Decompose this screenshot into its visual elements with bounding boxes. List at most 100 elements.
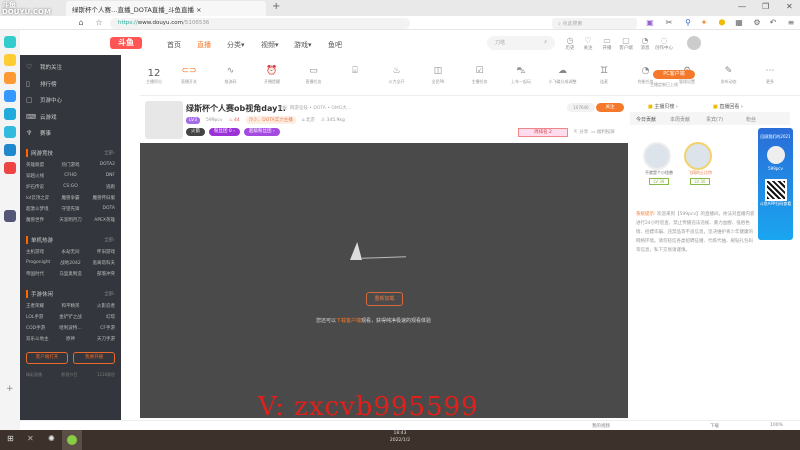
- game-link[interactable]: 原神: [56, 336, 86, 342]
- toolbar-item[interactable]: ♨ 火力全开: [382, 66, 412, 85]
- apps-icon[interactable]: ▦: [734, 18, 744, 28]
- browser-search-input[interactable]: ⌕ 点此搜索: [552, 18, 637, 29]
- nav-video[interactable]: 视频▾: [261, 40, 279, 50]
- game-link[interactable]: 逃离塔科夫: [85, 260, 115, 266]
- game-link[interactable]: DNF: [85, 173, 115, 179]
- game-link[interactable]: 和平精英: [56, 303, 86, 309]
- game-link[interactable]: 帝国时代: [26, 271, 56, 277]
- nav-category[interactable]: 分类▾: [227, 40, 245, 50]
- game-link[interactable]: 幻塔: [85, 314, 115, 320]
- game-link[interactable]: 双乐斗地主: [26, 336, 56, 342]
- tab-week[interactable]: 本周贡献: [670, 116, 690, 123]
- game-link[interactable]: Progonight: [26, 260, 56, 266]
- replay-link[interactable]: ■ 直播回看 ›: [713, 103, 743, 110]
- reload-button[interactable]: 重新加载: [366, 292, 403, 306]
- history-button[interactable]: ◷ 历史: [560, 36, 580, 51]
- game-link[interactable]: 天涯明月刀: [56, 217, 86, 223]
- fan-entry[interactable]: 不就是个小怪兽 LV 39: [643, 142, 675, 187]
- app-icon[interactable]: [4, 72, 16, 84]
- toolbar-item[interactable]: ⏰ 开播提醒: [257, 66, 287, 85]
- game-link[interactable]: 逃跑: [85, 184, 115, 190]
- weekly-rank[interactable]: 周排名 2: [518, 128, 568, 137]
- share-links[interactable]: ⇱ 分享 ▭ 福利投屏: [574, 129, 615, 135]
- broadcast-button[interactable]: ▭ 开播: [597, 36, 617, 51]
- footer-link[interactable]: 影视节目: [61, 372, 77, 378]
- toolbar-item[interactable]: ☑ 主播任务: [465, 66, 495, 85]
- my-video-link[interactable]: 我的视频: [592, 423, 610, 429]
- rocket-badge[interactable]: 火箭: [186, 128, 205, 136]
- app-icon[interactable]: [4, 162, 16, 174]
- url-input[interactable]: https://www.douyu.com/5106536: [110, 18, 410, 29]
- nav-home[interactable]: 首页: [167, 40, 181, 50]
- toolbar-item[interactable]: ⋯ 更多: [755, 66, 785, 85]
- toolbar-item[interactable]: ♊ 连麦: [589, 66, 619, 85]
- streamer-avatar[interactable]: [145, 101, 183, 139]
- toolbar-item[interactable]: ⊂⊃ 直播开关: [174, 66, 204, 85]
- download-client-link[interactable]: 下载客户端: [336, 318, 361, 324]
- follow-button[interactable]: ♡ 关注: [578, 36, 598, 51]
- game-link[interactable]: COD手游: [26, 325, 56, 331]
- video-player[interactable]: [140, 143, 628, 418]
- game-link[interactable]: 魔兽怀旧服: [85, 195, 115, 201]
- toolbar-item[interactable]: ☁ 小飞碟分成调整: [548, 66, 578, 85]
- game-link[interactable]: lol云顶之弈: [26, 195, 56, 201]
- toolbar-item[interactable]: ▭ 直播任务: [299, 66, 329, 85]
- streamer-rank-link[interactable]: ■ 主播贝榜 ›: [648, 103, 678, 110]
- game-link[interactable]: 炉石传说: [26, 184, 56, 190]
- start-icon[interactable]: ⊞: [7, 434, 14, 443]
- game-link[interactable]: 守望先锋: [56, 206, 86, 212]
- game-link[interactable]: CFHD: [56, 173, 86, 179]
- tab-today[interactable]: 今日贡献: [636, 116, 656, 123]
- game-link[interactable]: DOTA2: [85, 162, 115, 168]
- close-icon[interactable]: ✕: [786, 2, 793, 11]
- tab-close-icon[interactable]: ×: [196, 6, 201, 14]
- browser-taskbar-button[interactable]: [62, 430, 82, 450]
- nav-games[interactable]: 游戏▾: [294, 40, 312, 50]
- game-link[interactable]: CF手游: [85, 325, 115, 331]
- new-tab-button[interactable]: +: [272, 1, 280, 12]
- client-button[interactable]: ▢ 客户端: [616, 36, 636, 51]
- magnifier-icon[interactable]: ⚲: [683, 18, 693, 28]
- messages-button[interactable]: ◔ 消息: [635, 36, 655, 51]
- settings-icon[interactable]: ⚙: [752, 18, 762, 28]
- app-icon[interactable]: [4, 210, 16, 222]
- add-icon[interactable]: +: [6, 384, 14, 394]
- minimize-icon[interactable]: —: [738, 2, 746, 11]
- game-link[interactable]: 天刀手游: [85, 336, 115, 342]
- menu-icon[interactable]: ≡: [786, 18, 796, 28]
- game-link[interactable]: 火影忍者: [85, 303, 115, 309]
- download-link[interactable]: 下载: [710, 423, 719, 429]
- fan-entry[interactable]: 飞翔的丘比特 LV 30: [684, 142, 716, 187]
- toolbar-item[interactable]: ⌸: [340, 66, 370, 79]
- shield-icon[interactable]: ⬢: [717, 18, 727, 28]
- game-link[interactable]: 热门游戏: [56, 162, 86, 168]
- app-icon[interactable]: [4, 90, 16, 102]
- app-icon[interactable]: ✺: [48, 434, 55, 443]
- douyu-logo[interactable]: 斗鱼: [110, 37, 142, 49]
- creator-button[interactable]: ◌ 创作中心: [654, 36, 674, 51]
- game-link[interactable]: 怀旧游戏: [85, 249, 115, 255]
- game-link[interactable]: CS:GO: [56, 184, 86, 190]
- nav-yuba[interactable]: 鱼吧: [328, 40, 342, 50]
- tab-vip[interactable]: 贵宾(7): [706, 116, 723, 123]
- game-link[interactable]: 魔兽世界: [26, 217, 56, 223]
- footer-link[interactable]: 精彩直播: [26, 372, 42, 378]
- site-search-input[interactable]: 刀塔 ⌕: [487, 36, 555, 50]
- fan-club-badge[interactable]: 粉丝团 0 ›: [209, 128, 241, 136]
- game-link[interactable]: 马里奥制造: [56, 271, 86, 277]
- zoom-level[interactable]: 100%: [770, 423, 783, 428]
- game-link[interactable]: 金铲铲之战: [56, 314, 86, 320]
- game-link[interactable]: 魔兽争霸: [56, 195, 86, 201]
- browser-tab[interactable]: 绿斯杯个人赛…直播_DOTA直播_斗鱼直播 ×: [66, 1, 266, 16]
- nav-live[interactable]: 直播: [197, 40, 211, 50]
- clock[interactable]: 18:43 2022/1/2: [0, 430, 800, 444]
- more-link[interactable]: 全部›: [104, 237, 115, 243]
- game-link[interactable]: APEX英雄: [85, 217, 115, 223]
- app-icon[interactable]: ✕: [27, 434, 34, 443]
- extension-icon[interactable]: ▣: [645, 18, 655, 28]
- sidebar-item-events[interactable]: ♆ 赛事: [26, 125, 115, 142]
- footer-link[interactable]: 1218赛程: [97, 372, 115, 378]
- game-link[interactable]: 超激斗梦境: [26, 206, 56, 212]
- game-link[interactable]: DOTA: [85, 206, 115, 212]
- sidebar-item-following[interactable]: ♡ 我的关注: [26, 59, 115, 76]
